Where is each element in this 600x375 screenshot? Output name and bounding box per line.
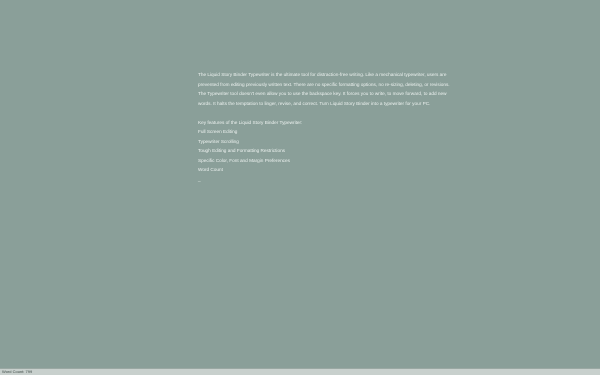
feature-item: Tough Editing and Formatting Restriction…	[198, 148, 286, 153]
intro-line: words. It halts the temptation to linger…	[198, 100, 431, 106]
typewriter-editor[interactable]: The Liquid Story Binder Typewriter is th…	[0, 0, 600, 368]
status-bar: Word Count: 799	[0, 368, 600, 375]
features-list: Key features of the Liquid Story Binder …	[198, 118, 448, 185]
text-caret: _	[198, 176, 201, 182]
document-text[interactable]: The Liquid Story Binder Typewriter is th…	[198, 70, 450, 194]
word-count: Word Count: 799	[2, 369, 33, 374]
intro-line: prevented from editing previously writte…	[198, 81, 450, 87]
intro-line: The Liquid Story Binder Typewriter is th…	[198, 72, 447, 77]
intro-line: The Typewriter tool doesn't even allow y…	[198, 91, 447, 96]
feature-item: Word Count	[198, 167, 223, 172]
features-heading: Key features of the Liquid Story Binder …	[198, 119, 303, 125]
feature-item: Typewriter Scrolling	[198, 138, 239, 144]
feature-item: Full Screen Editing	[198, 129, 238, 134]
intro-paragraph: The Liquid Story Binder Typewriter is th…	[198, 70, 450, 108]
feature-item: Specific Color, Font and Margin Preferen…	[198, 157, 290, 163]
